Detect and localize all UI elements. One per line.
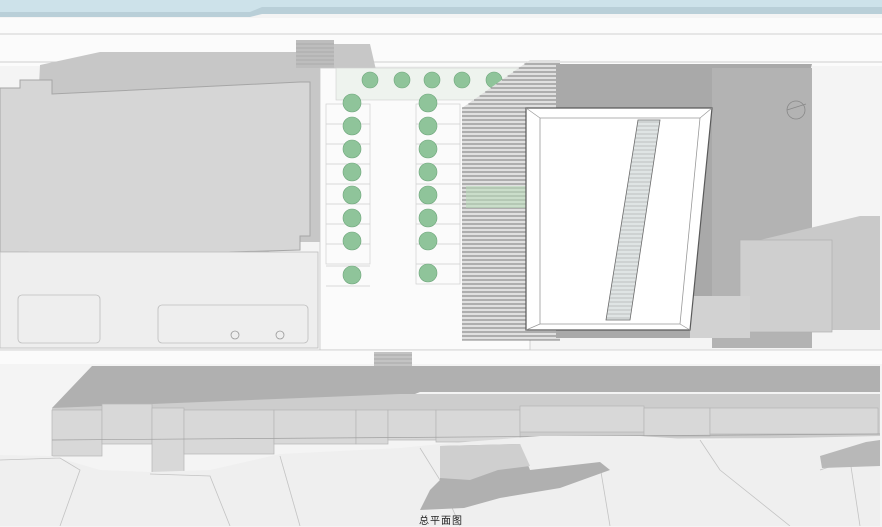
site-plan	[0, 0, 882, 526]
tree-icon	[342, 231, 362, 251]
tree-icon	[361, 71, 379, 89]
tree-icon	[418, 231, 438, 251]
lot-west	[0, 251, 319, 349]
building-west	[0, 79, 311, 273]
tree-icon	[342, 93, 362, 113]
plan-caption: 总平面图	[419, 516, 463, 527]
tree-icon	[393, 71, 411, 89]
building-east-low	[690, 296, 750, 338]
tree-icon	[418, 116, 438, 136]
tree-icon	[342, 162, 362, 182]
tree-icon	[418, 139, 438, 159]
tree-icon	[423, 71, 441, 89]
tree-icon	[418, 93, 438, 113]
tree-icon	[342, 139, 362, 159]
tree-icon	[453, 71, 471, 89]
tree-icon	[342, 208, 362, 228]
facade-green-panel	[466, 186, 526, 208]
road-middle	[0, 350, 882, 364]
tree-icon	[418, 162, 438, 182]
tree-icon	[342, 185, 362, 205]
tree-icon	[342, 265, 362, 285]
tree-icon	[342, 116, 362, 136]
building-east-block	[739, 239, 833, 333]
tree-icon	[418, 263, 438, 283]
tree-icon	[418, 185, 438, 205]
tree-icon	[418, 208, 438, 228]
